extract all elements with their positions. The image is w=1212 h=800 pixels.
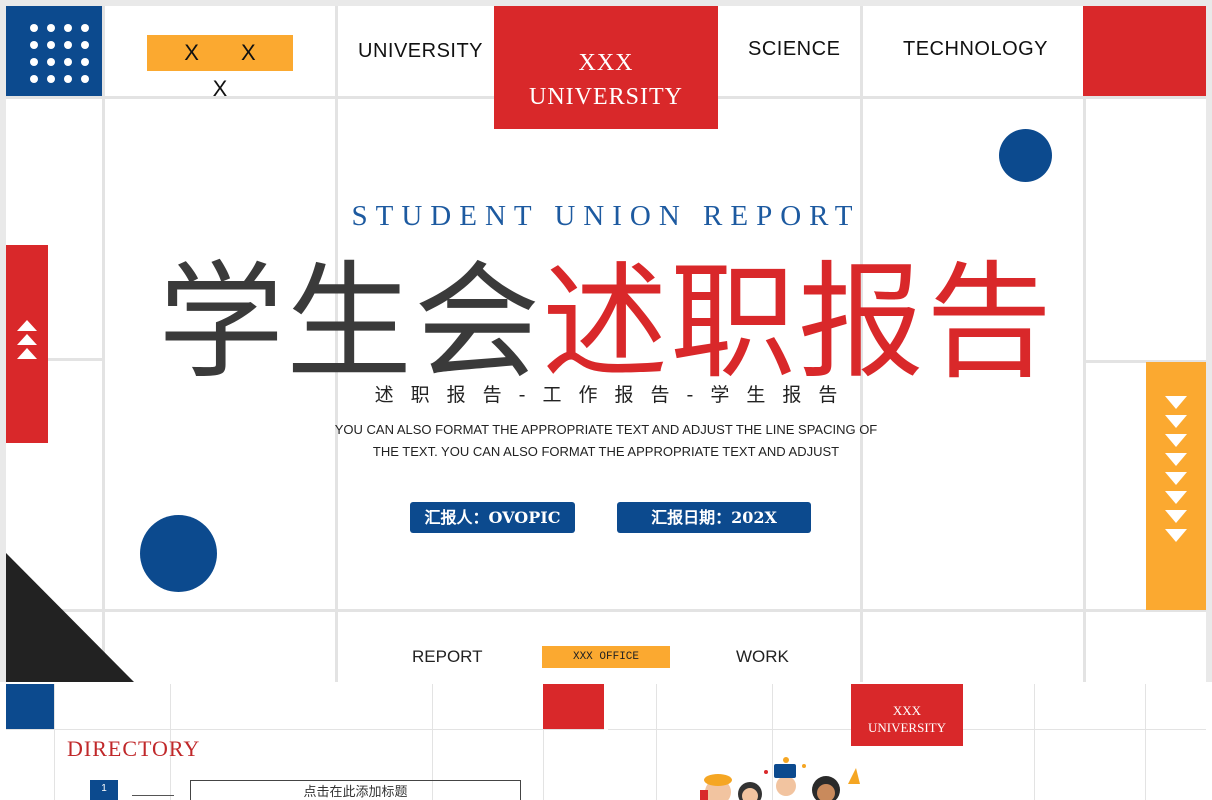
university-label: UNIVERSITY (358, 40, 484, 62)
triangle-down-icon (1165, 472, 1187, 485)
subtitle-english: STUDENT UNION REPORT (351, 200, 861, 232)
technology-label: TECHNOLOGY (903, 38, 1049, 60)
thumbnail-directory-slide[interactable]: DIRECTORY 1 点击在此添加标题 (6, 684, 604, 800)
black-triangle-shape (6, 553, 134, 682)
xxx-tag: X X X (147, 35, 293, 101)
thumb-blue-block (6, 684, 54, 729)
dot-pattern-block (6, 6, 102, 96)
triangle-down-icon (1165, 510, 1187, 523)
title-part-1: 学生会 (158, 249, 542, 396)
university-block-line1: XXX (578, 50, 634, 76)
grid-line (54, 684, 55, 800)
thumb-university-line1: XXX (892, 703, 922, 718)
triangle-down-icon (1165, 529, 1187, 542)
triangle-down-icon (1165, 415, 1187, 428)
university-block-line2: UNIVERSITY (529, 84, 683, 110)
work-label: WORK (736, 647, 789, 666)
triangle-down-icon (1165, 434, 1187, 447)
thumb-university-line2: UNIVERSITY (868, 720, 946, 735)
grid-line (1034, 684, 1035, 800)
grid-line (0, 609, 1212, 612)
directory-title: DIRECTORY (67, 736, 201, 761)
thumb-red-block (543, 684, 604, 729)
description: YOU CAN ALSO FORMAT THE APPROPRIATE TEXT… (330, 419, 882, 463)
blue-circle-small (999, 129, 1052, 182)
grid-line (1145, 684, 1146, 800)
grid-line (6, 729, 604, 730)
triangle-down-icon (1165, 453, 1187, 466)
red-corner-block (1083, 6, 1206, 96)
title-slide[interactable]: X X X UNIVERSITY XXX UNIVERSITY SCIENCE … (0, 0, 1212, 682)
page-title: 学生会述职报告 (0, 248, 1212, 398)
thumbnail-second-slide[interactable]: XXX UNIVERSITY (608, 684, 1206, 800)
science-label: SCIENCE (748, 38, 841, 60)
description-line-1: YOU CAN ALSO FORMAT THE APPROPRIATE TEXT… (334, 422, 878, 437)
report-label: REPORT (412, 647, 483, 666)
blue-circle-large (140, 515, 217, 592)
directory-item-number: 1 (90, 780, 118, 800)
university-block: XXX UNIVERSITY (494, 6, 718, 129)
thumb-university-block: XXX UNIVERSITY (851, 684, 963, 746)
report-date-badge: 汇报日期：202X (617, 502, 811, 533)
tagline: 述职报告-工作报告-学生报告 (374, 384, 855, 406)
reporter-badge: 汇报人：OVOPIC (410, 502, 575, 533)
directory-item-title: 点击在此添加标题 (190, 780, 521, 800)
triangle-down-icon (1165, 491, 1187, 504)
students-illustration-icon (700, 757, 860, 800)
office-tag: XXX OFFICE (542, 646, 670, 668)
title-part-2: 述职报告 (542, 249, 1054, 396)
directory-connector (132, 795, 174, 796)
dot-grid (30, 24, 89, 83)
description-line-2: THE TEXT. YOU CAN ALSO FORMAT THE APPROP… (372, 444, 840, 459)
grid-line (656, 684, 657, 800)
